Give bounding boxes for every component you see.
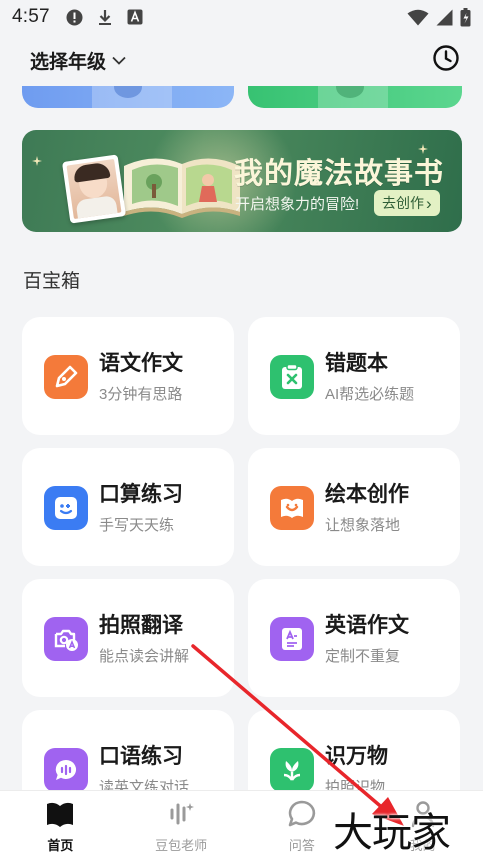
chevron-right-icon: › <box>426 193 432 213</box>
banner-subtitle: 开启想象力的冒险! <box>235 196 360 213</box>
app-header: 选择年级 <box>0 34 483 86</box>
tool-title: 口语练习 <box>99 745 183 768</box>
tool-subtitle: 让想象落地 <box>325 517 401 534</box>
tool-card-mistake-book[interactable]: 错题本 AI帮选必练题 <box>248 317 460 435</box>
chat-bubble-icon <box>287 799 317 829</box>
tool-subtitle: 能点读会讲解 <box>99 648 190 665</box>
english-doc-icon <box>270 617 314 661</box>
speech-bubble-icon <box>44 748 88 792</box>
open-book-illustration <box>124 158 240 218</box>
history-button[interactable] <box>431 44 461 77</box>
chevron-down-icon <box>112 49 126 71</box>
battery-charging-icon <box>459 7 471 26</box>
nav-doubao-teacher[interactable]: 豆包老师 <box>121 791 242 858</box>
pen-icon <box>44 355 88 399</box>
tool-title: 语文作文 <box>99 352 183 375</box>
tool-card-chinese-essay[interactable]: 语文作文 3分钟有思路 <box>22 317 234 435</box>
tool-title: 绘本创作 <box>325 483 409 506</box>
clipboard-x-icon <box>270 355 314 399</box>
grade-selector-label: 选择年级 <box>30 51 107 73</box>
flower-icon <box>270 748 314 792</box>
child-photo <box>61 154 127 224</box>
tool-card-mental-math[interactable]: 口算练习 手写天天练 <box>22 448 234 566</box>
nav-home[interactable]: 首页 <box>0 791 121 858</box>
tool-subtitle: 定制不重复 <box>325 648 401 665</box>
tool-card-photo-translate[interactable]: 拍照翻译 能点读会讲解 <box>22 579 234 697</box>
tool-card-english-essay[interactable]: 英语作文 定制不重复 <box>248 579 460 697</box>
grade-selector[interactable]: 选择年级 <box>30 47 126 74</box>
magic-storybook-banner[interactable]: 我的魔法故事书 开启想象力的冒险! 去创作 › <box>22 130 462 232</box>
smile-board-icon <box>44 486 88 530</box>
camera-translate-icon <box>44 617 88 661</box>
wifi-icon <box>407 8 429 26</box>
tool-title: 口算练习 <box>99 483 183 506</box>
sparkle-icon <box>32 156 42 166</box>
card-decoration <box>318 86 388 108</box>
tool-subtitle: 手写天天练 <box>99 517 175 534</box>
tool-title: 拍照翻译 <box>99 614 183 637</box>
banner-title: 我的魔法故事书 <box>234 156 445 190</box>
download-icon <box>96 8 114 26</box>
photo-shirt <box>75 195 118 220</box>
create-story-button[interactable]: 去创作 › <box>374 190 440 216</box>
book-icon <box>45 799 75 829</box>
alert-icon <box>66 8 84 26</box>
tool-title: 英语作文 <box>325 614 409 637</box>
signal-icon <box>435 8 453 26</box>
picture-book-icon <box>270 486 314 530</box>
tool-card-picture-book[interactable]: 绘本创作 让想象落地 <box>248 448 460 566</box>
status-time: 4:57 <box>12 6 50 27</box>
feature-card-green[interactable] <box>248 86 462 108</box>
section-title: 百宝箱 <box>23 271 81 292</box>
tool-title: 识万物 <box>325 745 388 768</box>
feature-card-blue[interactable] <box>22 86 234 108</box>
voice-bars-icon <box>166 799 196 829</box>
status-bar: 4:57 <box>0 0 483 34</box>
tool-subtitle: 3分钟有思路 <box>99 386 183 403</box>
tool-title: 错题本 <box>325 352 388 375</box>
clock-icon <box>432 44 460 77</box>
nav-label: 豆包老师 <box>155 838 208 853</box>
card-decoration <box>92 86 172 108</box>
create-story-button-label: 去创作 <box>382 195 424 211</box>
watermark-logo: 大玩家 <box>333 810 451 856</box>
tool-subtitle: AI帮选必练题 <box>325 386 415 403</box>
nav-label: 问答 <box>288 838 315 853</box>
nav-label: 首页 <box>47 838 74 853</box>
keyboard-a-icon <box>126 8 144 26</box>
